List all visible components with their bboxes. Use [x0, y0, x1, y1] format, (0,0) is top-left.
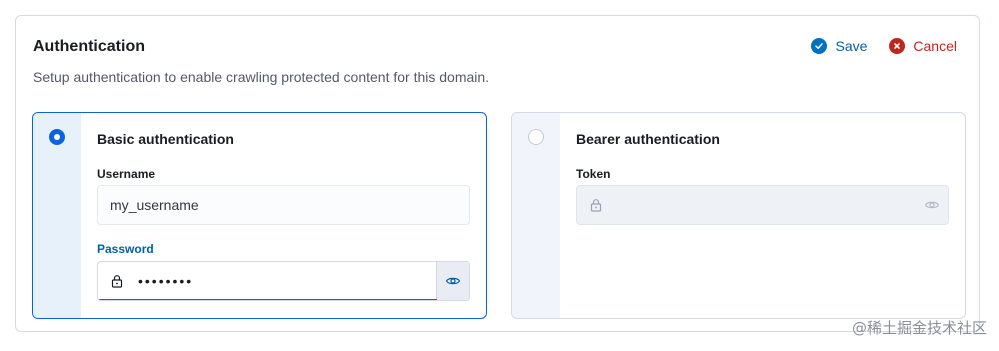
eye-icon — [445, 277, 461, 285]
header-actions: Save Cancel — [811, 38, 957, 54]
basic-auth-card[interactable]: Basic authentication Username my_usernam… — [32, 112, 487, 319]
basic-auth-radio[interactable] — [49, 129, 65, 145]
lock-icon — [98, 262, 132, 300]
show-token-button — [916, 186, 948, 224]
password-label: Password — [97, 242, 154, 256]
bearer-auth-radio[interactable] — [528, 129, 544, 145]
lock-icon — [577, 186, 611, 224]
authentication-panel: Authentication Setup authentication to e… — [15, 15, 980, 332]
bearer-auth-content: Bearer authentication Token — [560, 113, 965, 318]
token-field — [576, 185, 949, 225]
basic-auth-title: Basic authentication — [97, 131, 234, 147]
panel-description: Setup authentication to enable crawling … — [33, 69, 490, 85]
password-field[interactable]: •••••••• — [97, 261, 470, 301]
basic-auth-radio-column — [33, 113, 81, 318]
username-label: Username — [97, 167, 156, 181]
save-button[interactable]: Save — [811, 38, 867, 54]
cancel-label: Cancel — [913, 38, 957, 54]
save-label: Save — [835, 38, 868, 54]
password-value: •••••••• — [138, 273, 194, 289]
username-value: my_username — [110, 197, 199, 213]
cancel-button[interactable]: Cancel — [889, 38, 957, 54]
check-circle-icon — [811, 38, 828, 54]
username-field[interactable]: my_username — [97, 185, 470, 225]
bearer-auth-title: Bearer authentication — [576, 131, 720, 147]
panel-title: Authentication — [33, 38, 145, 55]
bearer-auth-radio-column — [512, 113, 560, 318]
cross-circle-icon — [889, 38, 906, 54]
eye-icon — [924, 201, 940, 209]
basic-auth-content: Basic authentication Username my_usernam… — [81, 113, 486, 318]
token-label: Token — [576, 167, 611, 181]
watermark: @稀土掘金技术社区 — [851, 319, 987, 337]
bearer-auth-card[interactable]: Bearer authentication Token — [511, 112, 966, 319]
show-password-button[interactable] — [436, 262, 469, 300]
